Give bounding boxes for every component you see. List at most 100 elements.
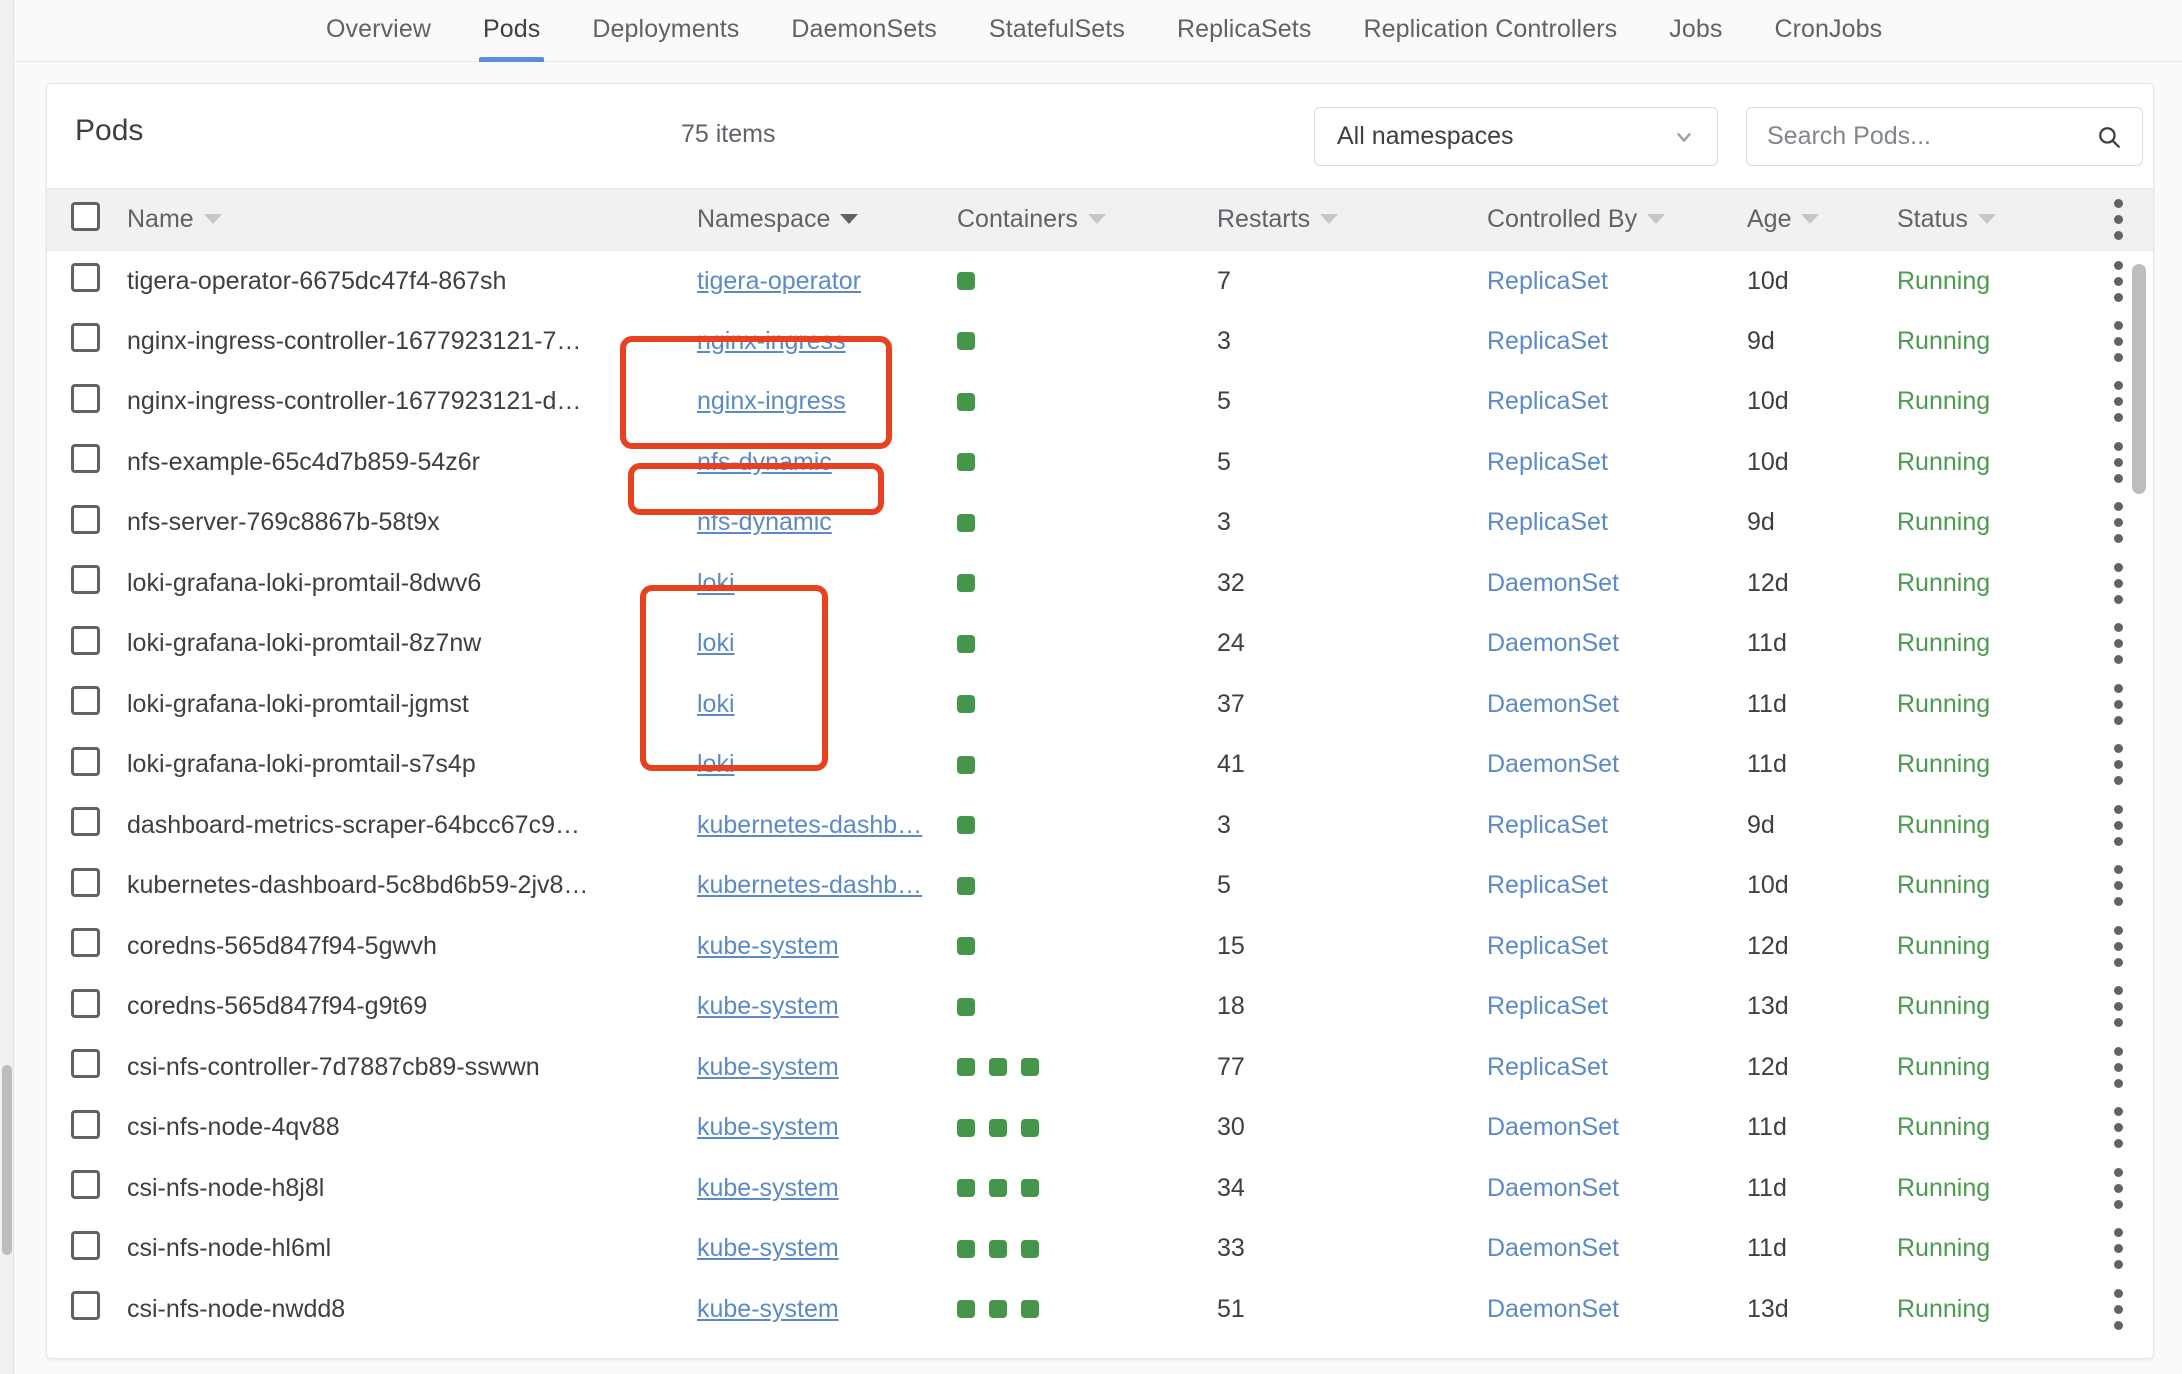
namespace-link[interactable]: loki [697, 629, 735, 657]
row-select-cell[interactable] [47, 1219, 127, 1280]
row-checkbox[interactable] [71, 807, 100, 837]
row-select-cell[interactable] [47, 311, 127, 372]
controlled-by-link[interactable]: ReplicaSet [1487, 387, 1608, 415]
sort-arrow-icon[interactable] [1977, 214, 1996, 224]
controlled-by-link[interactable]: DaemonSet [1487, 1295, 1619, 1323]
select-all-header[interactable] [47, 188, 127, 251]
sort-arrow-icon[interactable] [1801, 214, 1820, 224]
controlled-by-link[interactable]: ReplicaSet [1487, 1053, 1608, 1081]
namespace-link[interactable]: kubernetes-dashb… [697, 811, 922, 839]
namespace-link[interactable]: kube-system [697, 1174, 839, 1202]
row-checkbox[interactable] [71, 1291, 100, 1321]
table-row[interactable]: loki-grafana-loki-promtail-jgmst loki 37 Da… [47, 674, 2153, 735]
row-select-cell[interactable] [47, 1098, 127, 1159]
row-select-cell[interactable] [47, 432, 127, 493]
sort-arrow-icon[interactable] [840, 214, 859, 224]
table-row[interactable]: csi-nfs-node-hl6ml kube-system 33 DaemonSet… [47, 1219, 2153, 1280]
tab-daemonsets[interactable]: DaemonSets [765, 0, 963, 62]
row-checkbox[interactable] [71, 867, 100, 897]
row-checkbox[interactable] [71, 746, 100, 776]
table-row[interactable]: nfs-example-65c4d7b859-54z6r nfs-dynamic 5… [47, 432, 2153, 493]
row-select-cell[interactable] [47, 372, 127, 433]
select-all-checkbox[interactable] [71, 201, 100, 231]
row-select-cell[interactable] [47, 1279, 127, 1340]
tab-jobs[interactable]: Jobs [1643, 0, 1748, 62]
column-header-namespace[interactable]: Namespace [697, 188, 957, 251]
namespace-link[interactable]: loki [697, 750, 735, 778]
sort-arrow-icon[interactable] [1087, 214, 1106, 224]
row-select-cell[interactable] [47, 251, 127, 312]
column-header-containers[interactable]: Containers [957, 188, 1217, 251]
row-checkbox[interactable] [71, 1049, 100, 1079]
tab-replication-controllers[interactable]: Replication Controllers [1337, 0, 1643, 62]
table-row[interactable]: csi-nfs-node-h8j8l kube-system 34 DaemonSet… [47, 1158, 2153, 1219]
row-select-cell[interactable] [47, 977, 127, 1038]
controlled-by-link[interactable]: ReplicaSet [1487, 932, 1608, 960]
column-header-actions[interactable] [2082, 188, 2153, 251]
tab-pods[interactable]: Pods [457, 0, 566, 62]
row-checkbox[interactable] [71, 928, 100, 958]
search-input[interactable] [1767, 122, 2067, 151]
table-scrollbar-thumb[interactable] [2132, 264, 2146, 494]
column-header-restarts[interactable]: Restarts [1217, 188, 1487, 251]
row-select-cell[interactable] [47, 614, 127, 675]
row-checkbox[interactable] [71, 1109, 100, 1139]
row-checkbox[interactable] [71, 323, 100, 353]
row-checkbox[interactable] [71, 504, 100, 534]
column-header-name[interactable]: Name [127, 188, 697, 251]
row-checkbox[interactable] [71, 263, 100, 292]
table-row[interactable]: nfs-server-769c8867b-58t9x nfs-dynamic 3 Re… [47, 493, 2153, 554]
row-checkbox[interactable] [71, 1230, 100, 1260]
row-select-cell[interactable] [47, 493, 127, 554]
tab-cronjobs[interactable]: CronJobs [1748, 0, 1908, 62]
table-row[interactable]: loki-grafana-loki-promtail-8dwv6 loki 32 Da… [47, 553, 2153, 614]
row-checkbox[interactable] [71, 565, 100, 595]
controlled-by-link[interactable]: ReplicaSet [1487, 267, 1608, 295]
controlled-by-link[interactable]: ReplicaSet [1487, 508, 1608, 536]
controlled-by-link[interactable]: DaemonSet [1487, 569, 1619, 597]
namespace-link[interactable]: kube-system [697, 1234, 839, 1262]
table-row[interactable]: kubernetes-dashboard-5c8bd6b59-2jv8… kube… [47, 856, 2153, 917]
row-select-cell[interactable] [47, 1158, 127, 1219]
controlled-by-link[interactable]: DaemonSet [1487, 690, 1619, 718]
search-icon[interactable] [2096, 124, 2122, 150]
controlled-by-link[interactable]: DaemonSet [1487, 629, 1619, 657]
controlled-by-link[interactable]: DaemonSet [1487, 1174, 1619, 1202]
row-select-cell[interactable] [47, 916, 127, 977]
controlled-by-link[interactable]: ReplicaSet [1487, 327, 1608, 355]
row-select-cell[interactable] [47, 856, 127, 917]
sort-arrow-icon[interactable] [203, 214, 222, 224]
page-scrollbar[interactable] [0, 0, 14, 1374]
namespace-link[interactable]: nfs-dynamic [697, 448, 832, 476]
search-box[interactable] [1746, 107, 2143, 166]
table-row[interactable]: dashboard-metrics-scraper-64bcc67c9… kube… [47, 795, 2153, 856]
controlled-by-link[interactable]: ReplicaSet [1487, 448, 1608, 476]
row-checkbox[interactable] [71, 444, 100, 474]
row-select-cell[interactable] [47, 735, 127, 796]
row-checkbox[interactable] [71, 383, 100, 413]
column-header-controlled-by[interactable]: Controlled By [1487, 188, 1747, 251]
row-checkbox[interactable] [71, 988, 100, 1018]
namespace-link[interactable]: kubernetes-dashb… [697, 871, 922, 899]
namespace-link[interactable]: kube-system [697, 1295, 839, 1323]
table-row[interactable]: coredns-565d847f94-g9t69 kube-system 18 Rep… [47, 977, 2153, 1038]
controlled-by-link[interactable]: DaemonSet [1487, 750, 1619, 778]
tab-statefulsets[interactable]: StatefulSets [963, 0, 1151, 62]
controlled-by-link[interactable]: ReplicaSet [1487, 871, 1608, 899]
more-options-icon[interactable] [2082, 199, 2153, 240]
namespace-link[interactable]: kube-system [697, 992, 839, 1020]
table-row[interactable]: loki-grafana-loki-promtail-s7s4p loki 41 Da… [47, 735, 2153, 796]
table-row[interactable]: csi-nfs-node-4qv88 kube-system 30 DaemonSet… [47, 1098, 2153, 1159]
controlled-by-link[interactable]: ReplicaSet [1487, 811, 1608, 839]
row-select-cell[interactable] [47, 1037, 127, 1098]
row-checkbox[interactable] [71, 1170, 100, 1200]
controlled-by-link[interactable]: ReplicaSet [1487, 992, 1608, 1020]
controlled-by-link[interactable]: DaemonSet [1487, 1113, 1619, 1141]
row-select-cell[interactable] [47, 795, 127, 856]
tab-deployments[interactable]: Deployments [566, 0, 765, 62]
table-row[interactable]: csi-nfs-node-nwdd8 kube-system 51 DaemonSet… [47, 1279, 2153, 1340]
tab-overview[interactable]: Overview [300, 0, 457, 62]
tab-replicasets[interactable]: ReplicaSets [1151, 0, 1338, 62]
column-header-status[interactable]: Status [1897, 188, 2082, 251]
namespace-link[interactable]: nfs-dynamic [697, 508, 832, 536]
